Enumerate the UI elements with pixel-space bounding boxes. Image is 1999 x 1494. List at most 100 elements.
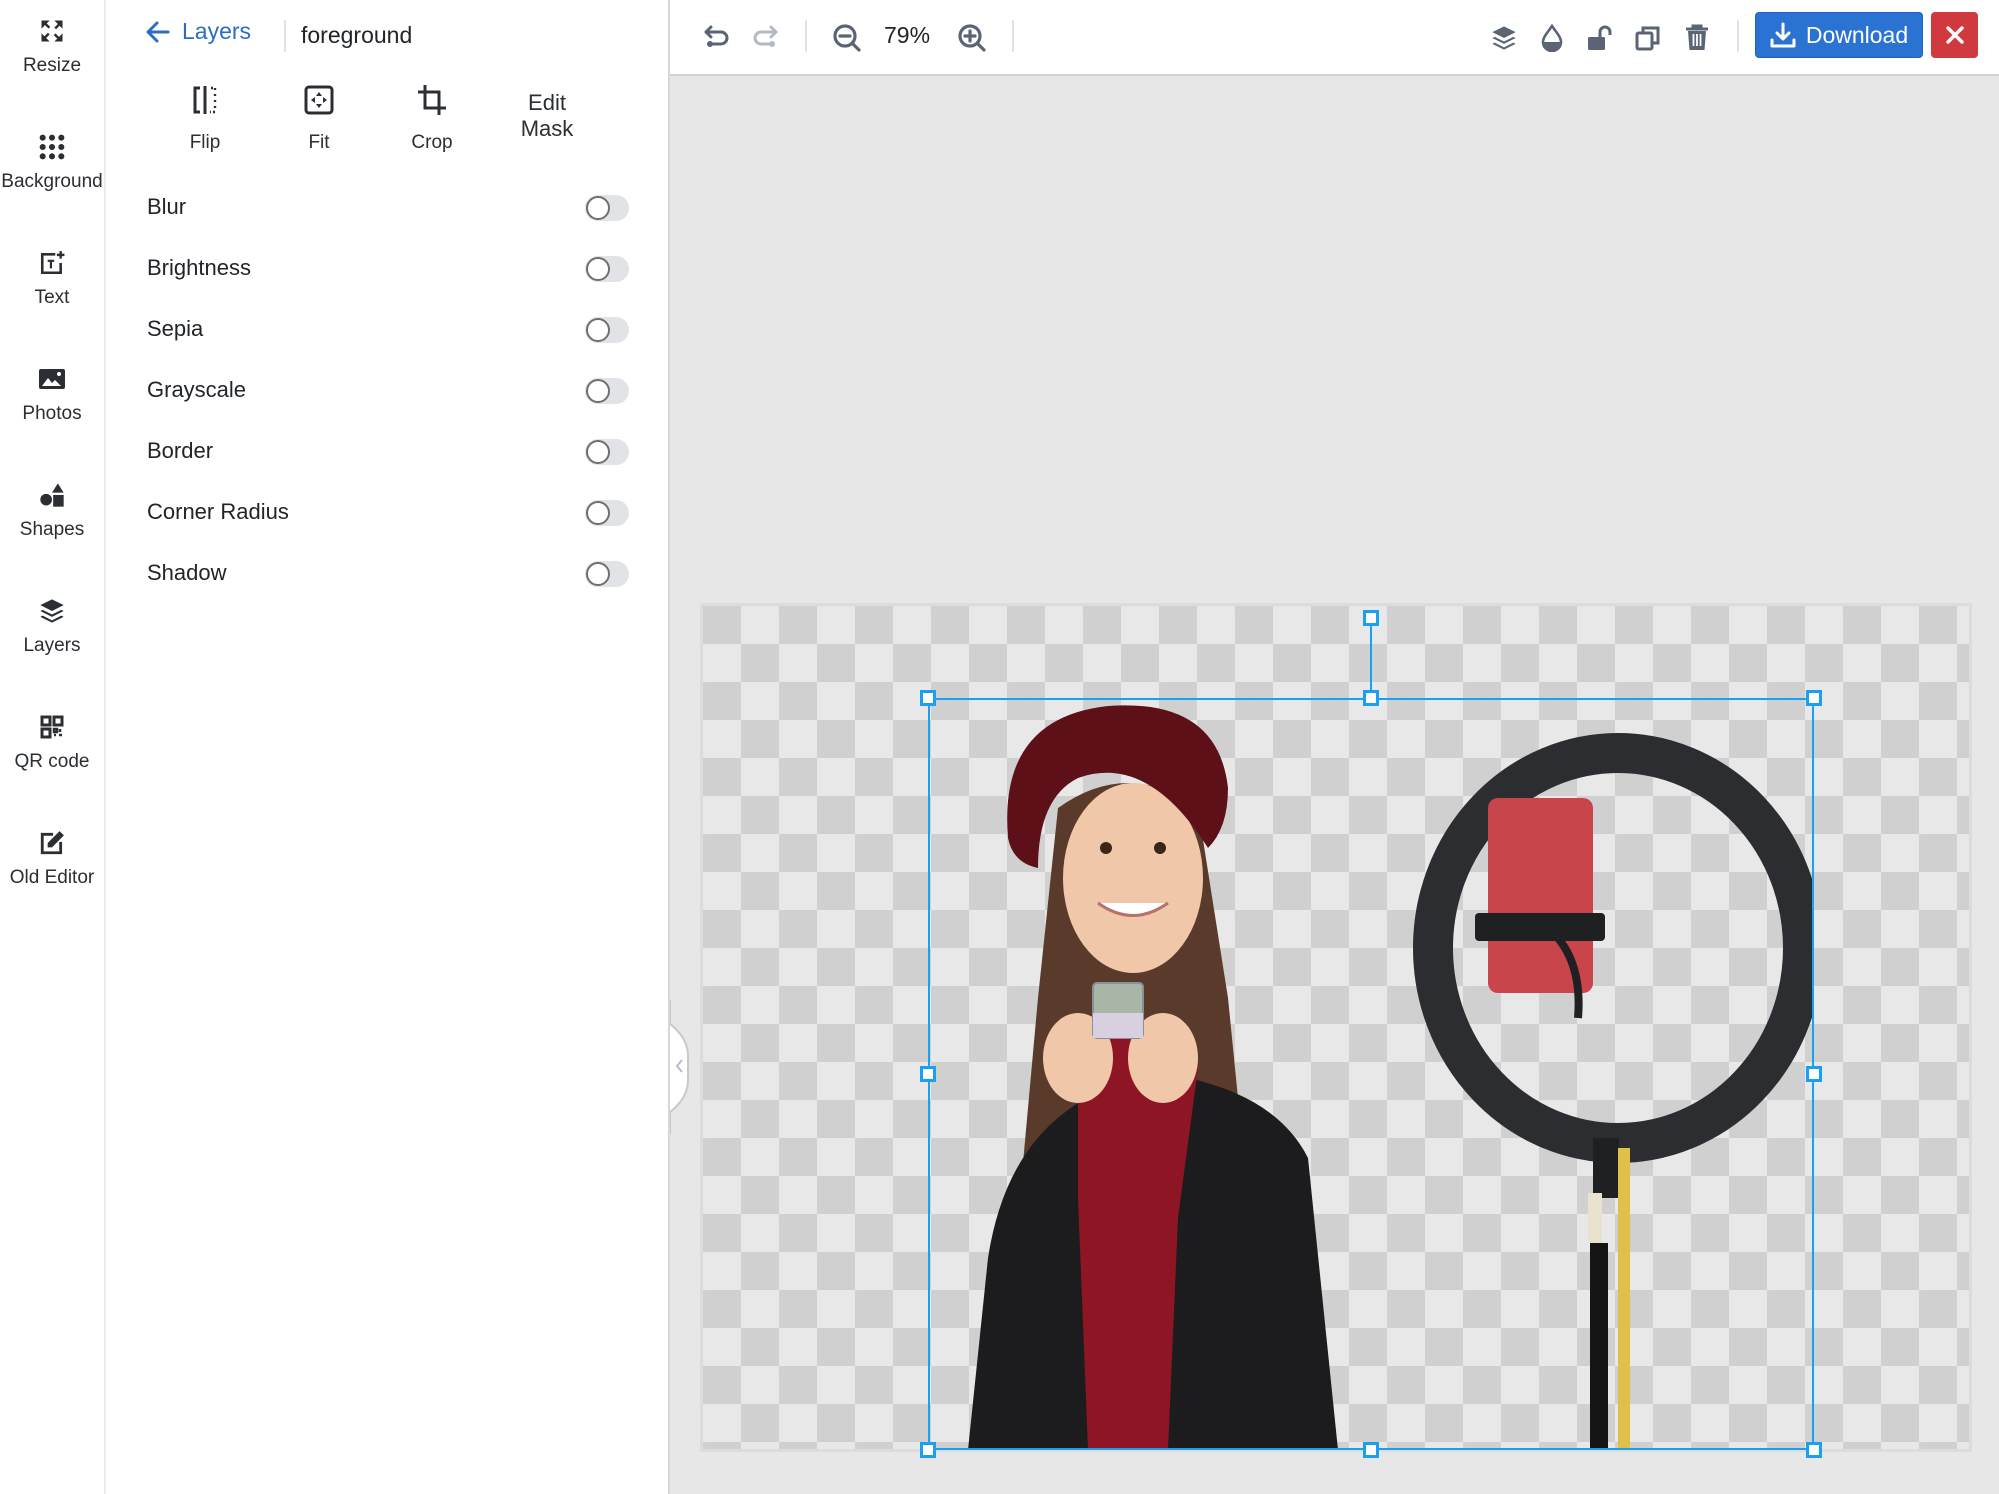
option-label: Shadow [147, 560, 227, 585]
rail-label: Resize [22, 55, 82, 76]
zoom-level: 79% [884, 22, 931, 48]
close-button[interactable] [1931, 12, 1978, 58]
unlock-icon [1588, 25, 1612, 50]
download-button[interactable]: Download [1755, 12, 1923, 58]
option-label: Brightness [147, 255, 251, 280]
duplicate-button[interactable] [1630, 20, 1666, 56]
rail-item-old-editor[interactable]: Old Editor [0, 812, 104, 912]
rail-item-shapes[interactable]: Shapes [0, 464, 104, 564]
layers-icon [1492, 26, 1516, 50]
toggle-knob [586, 379, 610, 403]
arrow-left-icon [146, 21, 170, 42]
foreground-image[interactable] [928, 698, 1814, 1450]
resize-handle-top-right[interactable] [1806, 690, 1822, 706]
opacity-icon [1541, 24, 1563, 52]
edit-mask-button[interactable]: Edit Mask [497, 80, 597, 142]
zoom-in-icon [958, 24, 986, 52]
option-row-sepia: Sepia [106, 307, 668, 351]
fit-button[interactable]: Fit [269, 80, 369, 154]
corner-radius-toggle[interactable] [585, 500, 629, 526]
opacity-button[interactable] [1534, 20, 1570, 56]
toolbar-divider [1737, 20, 1739, 52]
trash-icon [1686, 24, 1708, 50]
edit-icon [37, 828, 67, 858]
resize-handle-left[interactable] [920, 1066, 936, 1082]
option-label: Grayscale [147, 377, 247, 402]
zoom-out-button[interactable] [829, 20, 865, 56]
fit-label: Fit [308, 132, 330, 153]
rail-item-qr-code[interactable]: QR code [0, 696, 104, 796]
flip-label: Flip [189, 132, 221, 153]
image-icon [37, 364, 67, 394]
redo-icon [753, 25, 778, 47]
rail-item-text[interactable]: Text [0, 232, 104, 332]
top-toolbar: 79% Download [670, 0, 1999, 76]
back-to-layers-link[interactable]: Layers [146, 18, 251, 45]
undo-button[interactable] [699, 20, 735, 56]
resize-handle-bottom[interactable] [1363, 1442, 1379, 1458]
layer-tools: Flip Fit Crop Edit Mask [106, 80, 668, 170]
duplicate-icon [1635, 26, 1660, 51]
left-rail: Resize Background Text Photos Shapes Lay… [0, 0, 106, 1494]
rail-label: Text [34, 287, 70, 308]
zoom-out-icon [833, 24, 861, 52]
toggle-knob [586, 257, 610, 281]
layer-name: foreground [301, 22, 413, 48]
resize-handle-bottom-left[interactable] [920, 1442, 936, 1458]
toggle-knob [586, 318, 610, 342]
rail-item-photos[interactable]: Photos [0, 348, 104, 448]
rail-label: Photos [22, 403, 82, 424]
layer-properties-panel: Layers foreground Flip Fit Crop Edit Mask [106, 0, 670, 1494]
resize-handle-top[interactable] [1363, 690, 1379, 706]
toggle-knob [586, 440, 610, 464]
flip-icon [191, 80, 219, 120]
grayscale-toggle[interactable] [585, 378, 629, 404]
option-row-brightness: Brightness [106, 246, 668, 290]
option-row-shadow: Shadow [106, 551, 668, 595]
zoom-in-button[interactable] [954, 20, 990, 56]
shadow-toggle[interactable] [585, 561, 629, 587]
redo-button[interactable] [747, 20, 783, 56]
rail-label: QR code [14, 751, 90, 772]
option-label: Border [147, 438, 214, 463]
sepia-toggle[interactable] [585, 317, 629, 343]
toolbar-divider [1012, 20, 1014, 52]
crop-button[interactable]: Crop [382, 80, 482, 154]
edit-mask-label: Edit Mask [520, 90, 574, 141]
delete-button[interactable] [1679, 20, 1715, 56]
rail-item-background[interactable]: Background [0, 116, 104, 216]
header-divider [284, 20, 286, 52]
resize-handle-top-left[interactable] [920, 690, 936, 706]
border-toggle[interactable] [585, 439, 629, 465]
lock-button[interactable] [1582, 20, 1618, 56]
layer-order-button[interactable] [1486, 20, 1522, 56]
dots-grid-icon [37, 132, 67, 162]
resize-handle-bottom-right[interactable] [1806, 1442, 1822, 1458]
option-row-corner-radius: Corner Radius [106, 490, 668, 534]
rail-label: Shapes [19, 519, 85, 540]
layers-icon [37, 596, 67, 626]
collapse-panel-tab[interactable] [669, 1000, 694, 1134]
rail-label: Background [1, 171, 103, 192]
crop-icon [417, 80, 447, 120]
brightness-toggle[interactable] [585, 256, 629, 282]
crop-label: Crop [411, 132, 453, 153]
blur-toggle[interactable] [585, 195, 629, 221]
toggle-knob [586, 196, 610, 220]
toolbar-divider [805, 20, 807, 52]
option-label: Corner Radius [147, 499, 289, 524]
close-icon [1945, 26, 1964, 44]
download-icon [1770, 22, 1796, 48]
rotate-handle[interactable] [1363, 610, 1379, 626]
undo-icon [704, 25, 729, 47]
flip-button[interactable]: Flip [155, 80, 255, 154]
resize-icon [37, 16, 67, 46]
rail-item-resize[interactable]: Resize [0, 0, 104, 100]
rail-label: Old Editor [9, 867, 95, 888]
download-label: Download [1805, 21, 1909, 48]
resize-handle-right[interactable] [1806, 1066, 1822, 1082]
photo-phone [1488, 798, 1593, 993]
toggle-knob [586, 501, 610, 525]
back-link-label: Layers [182, 18, 252, 44]
rail-item-layers[interactable]: Layers [0, 580, 104, 680]
